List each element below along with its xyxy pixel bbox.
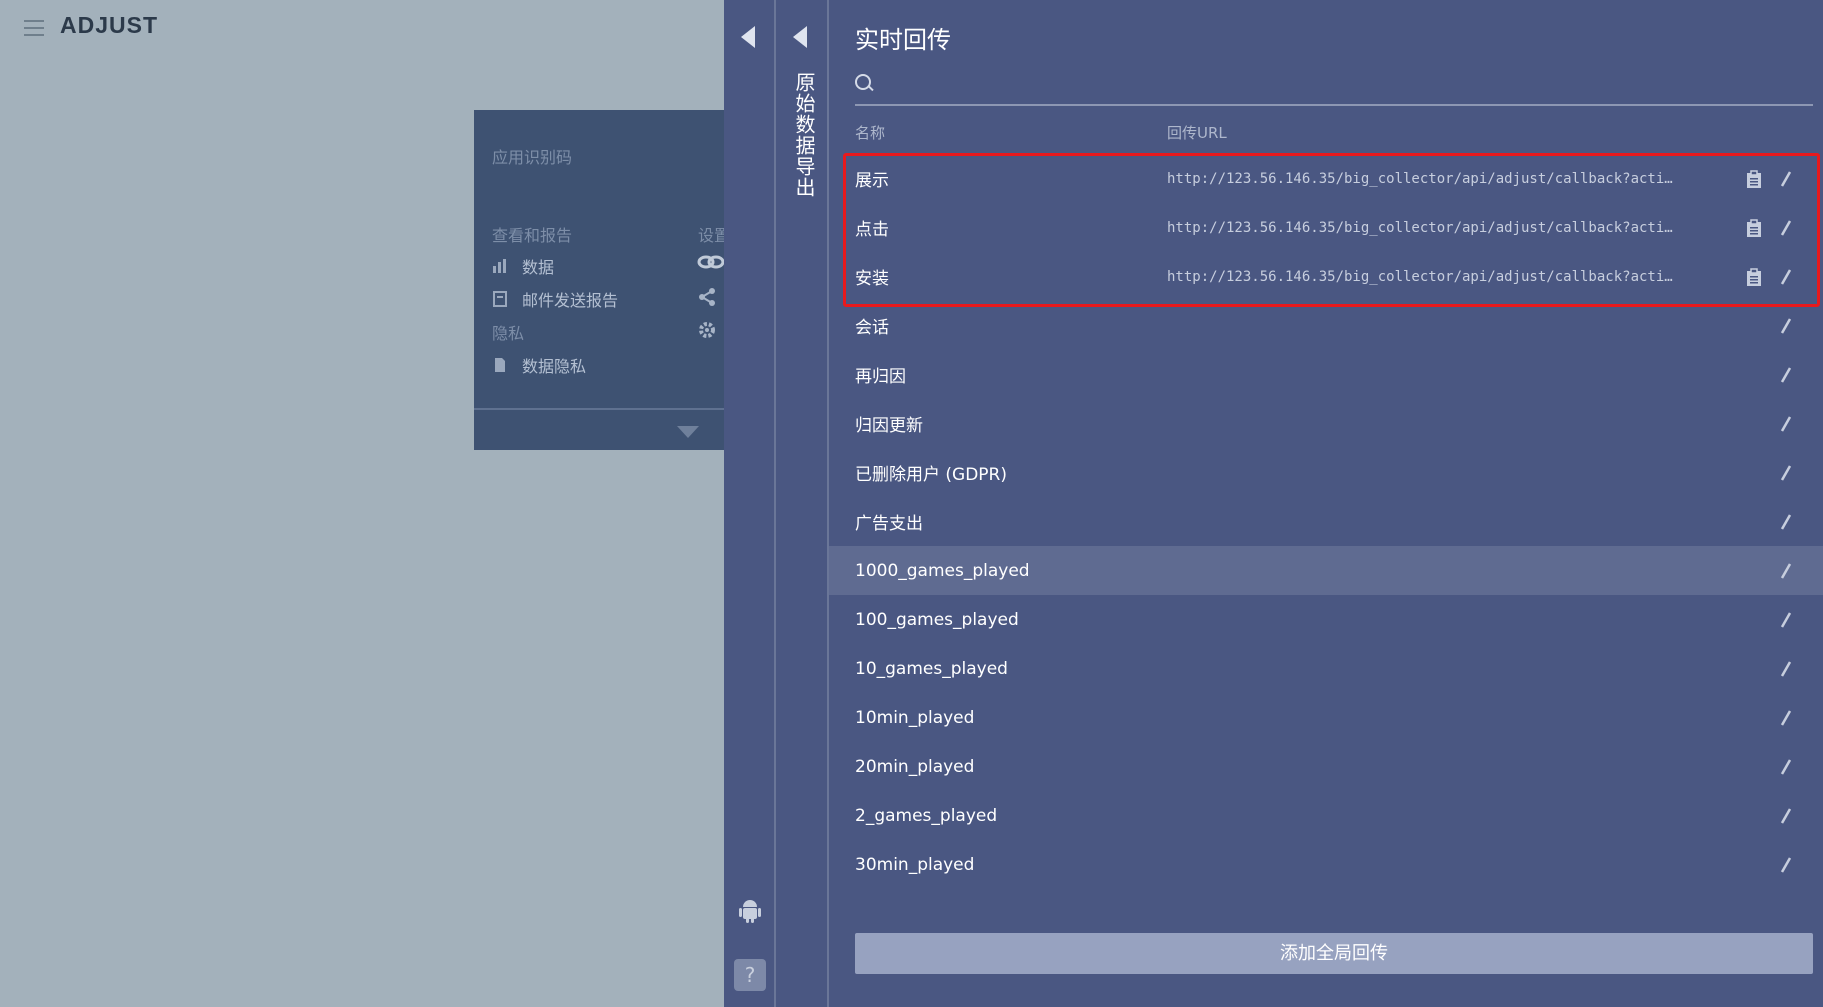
table-row[interactable]: 100_games_played [829,595,1823,644]
row-name: 已删除用户 (GDPR) [855,465,1007,485]
page-title: 实时回传 [855,26,951,54]
link-icon[interactable] [697,254,724,270]
android-icon [739,900,761,923]
section-privacy-label: 隐私 [492,324,525,343]
table-row[interactable]: 安装 http://123.56.146.35/big_collector/ap… [829,252,1823,301]
raw-data-export-title[interactable]: 原始数据导出 [790,72,819,198]
edit-icon[interactable] [1779,660,1793,678]
table-row[interactable]: 再归因 [829,350,1823,399]
app-nav-item-email-report-label: 邮件发送报告 [522,291,619,310]
row-name: 会话 [855,318,889,338]
row-name: 1000_games_played [855,560,1030,581]
row-name: 点击 [855,220,889,240]
table-row[interactable]: 会话 [829,301,1823,350]
row-name: 广告支出 [855,514,923,534]
row-name: 再归因 [855,367,906,387]
app-nav-item-data-privacy-label: 数据隐私 [522,357,587,376]
search-icon [855,74,875,94]
edit-icon[interactable] [1779,170,1793,188]
hamburger-menu-icon[interactable] [24,20,44,36]
row-name: 10min_played [855,707,975,728]
edit-icon[interactable] [1779,709,1793,727]
chevron-down-icon[interactable] [677,426,699,438]
row-name: 20min_played [855,756,975,777]
edit-icon[interactable] [1779,268,1793,286]
table-header: 名称 回传URL [855,122,1813,142]
edit-icon[interactable] [1779,513,1793,531]
collapse-left-icon[interactable] [793,26,807,48]
table-row[interactable]: 2_games_played [829,791,1823,840]
add-global-callback-button[interactable]: 添加全局回传 [855,933,1813,974]
edit-icon[interactable] [1779,856,1793,874]
clipboard-icon[interactable] [1746,267,1762,286]
app-nav-item-data-label: 数据 [522,258,555,277]
row-name: 10_games_played [855,658,1008,679]
gear-icon[interactable] [698,321,716,339]
collapsed-panel-raw-export: 原始数据导出 [776,0,829,1007]
column-header-name: 名称 [855,124,886,142]
edit-icon[interactable] [1779,366,1793,384]
document-icon [495,358,505,372]
edit-icon[interactable] [1779,464,1793,482]
table-row[interactable]: 展示 http://123.56.146.35/big_collector/ap… [829,154,1823,203]
table-row[interactable]: 20min_played [829,742,1823,791]
app-id-label: 应用识别码 [492,148,573,167]
collapsed-panel-1: ? [724,0,776,1007]
app-card: 应用识别码 查看和报告 设置 数据 邮件发送报告 隐私 数据隐私 [474,110,724,450]
row-name: 30min_played [855,854,975,875]
realtime-callbacks-panel: 实时回传 名称 回传URL 展示 http://123.56.146.35/bi… [829,0,1823,1007]
table-row[interactable]: 1000_games_played [829,546,1823,595]
help-button[interactable]: ? [734,959,766,991]
row-name: 安装 [855,269,889,289]
table-row[interactable]: 已删除用户 (GDPR) [829,448,1823,497]
table-row[interactable]: 归因更新 [829,399,1823,448]
row-url: http://123.56.146.35/big_collector/api/a… [1167,170,1673,187]
section-reports-label: 查看和报告 [492,226,573,245]
row-name: 100_games_played [855,609,1019,630]
edit-icon[interactable] [1779,758,1793,776]
column-header-url: 回传URL [1167,124,1227,142]
app-nav-item-data[interactable]: 数据 [492,254,554,278]
search-input[interactable] [885,74,1813,94]
bar-chart-icon [493,259,506,273]
table-row[interactable]: 广告支出 [829,497,1823,546]
row-name: 归因更新 [855,416,923,436]
search-bar [855,64,1813,106]
edit-icon[interactable] [1779,611,1793,629]
table-row[interactable]: 10min_played [829,693,1823,742]
report-icon [493,291,507,307]
table-row[interactable]: 10_games_played [829,644,1823,693]
section-settings-label: 设置 [698,226,724,245]
app-nav-item-data-privacy[interactable]: 数据隐私 [492,353,586,377]
edit-icon[interactable] [1779,562,1793,580]
edit-icon[interactable] [1779,317,1793,335]
edit-icon[interactable] [1779,807,1793,825]
table-row[interactable] [829,889,1823,906]
clipboard-icon[interactable] [1746,218,1762,237]
row-name: 展示 [855,171,889,191]
edit-icon[interactable] [1779,219,1793,237]
callbacks-list: 展示 http://123.56.146.35/big_collector/ap… [829,154,1823,906]
collapse-left-icon[interactable] [741,26,755,48]
share-icon[interactable] [698,288,716,306]
clipboard-icon[interactable] [1746,169,1762,188]
edit-icon[interactable] [1779,905,1793,907]
adjust-logo: ADJUST [60,12,159,38]
app-nav-item-email-report[interactable]: 邮件发送报告 [492,287,618,311]
table-row[interactable]: 点击 http://123.56.146.35/big_collector/ap… [829,203,1823,252]
edit-icon[interactable] [1779,415,1793,433]
row-url: http://123.56.146.35/big_collector/api/a… [1167,219,1673,236]
row-name: 2_games_played [855,805,998,826]
table-row[interactable]: 30min_played [829,840,1823,889]
row-url: http://123.56.146.35/big_collector/api/a… [1167,268,1673,285]
app-card-divider [474,408,724,410]
